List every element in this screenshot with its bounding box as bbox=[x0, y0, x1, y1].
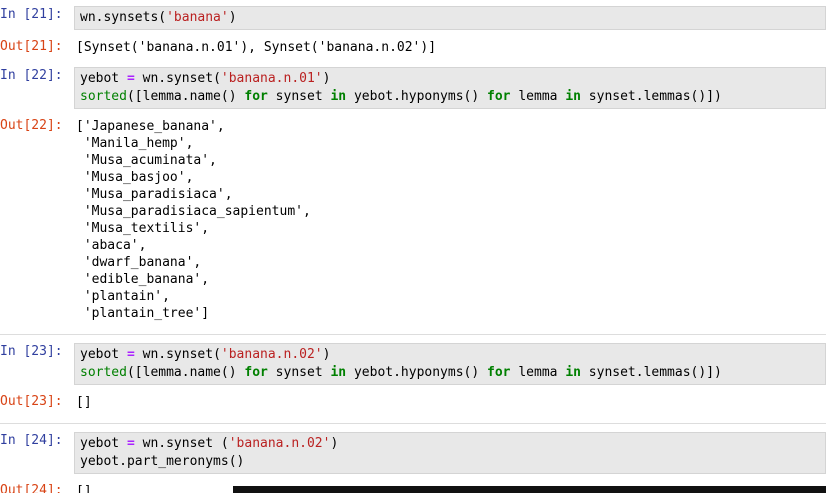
input-row: In [24]: yebot = wn.synset ('banana.n.02'… bbox=[0, 432, 826, 474]
code-token: in bbox=[330, 365, 347, 380]
code-line[interactable]: sorted([lemma.name() for synset in yebot… bbox=[80, 88, 820, 106]
code-token: for bbox=[244, 89, 268, 104]
code-token: yebot.hyponyms() bbox=[346, 89, 488, 104]
code-token: 'banana.n.01' bbox=[220, 71, 323, 86]
code-line[interactable]: yebot.part_meronyms() bbox=[80, 453, 820, 471]
code-line[interactable]: yebot = wn.synset('banana.n.01') bbox=[80, 70, 820, 88]
code-token: = bbox=[126, 71, 135, 86]
code-token: in bbox=[330, 89, 347, 104]
output-row: Out[21]: [Synset('banana.n.01'), Synset('… bbox=[0, 38, 826, 56]
code-token: in bbox=[565, 89, 581, 104]
code-token: wn.synset( bbox=[134, 71, 221, 86]
code-token: yebot bbox=[80, 436, 127, 451]
code-token: ) bbox=[322, 71, 331, 86]
code-token: = bbox=[126, 436, 135, 451]
output-text: [] bbox=[76, 395, 92, 410]
output-prompt: Out[23]: bbox=[0, 394, 63, 409]
output-prompt: Out[24]: bbox=[0, 483, 63, 493]
output-text: [Synset('banana.n.01'), Synset('banana.n… bbox=[76, 40, 437, 55]
output-prompt: Out[21]: bbox=[0, 39, 63, 54]
code-token: in bbox=[565, 365, 581, 380]
code-token: synset.lemmas()]) bbox=[580, 365, 722, 380]
input-prompt: In [22]: bbox=[0, 68, 63, 83]
code-token: ([lemma.name() bbox=[126, 365, 245, 380]
code-input-editor[interactable]: wn.synsets('banana') bbox=[74, 6, 826, 30]
code-token: yebot bbox=[80, 71, 127, 86]
code-token: for bbox=[487, 365, 511, 380]
code-input-editor[interactable]: yebot = wn.synset('banana.n.02') sorted([… bbox=[74, 343, 826, 385]
code-line[interactable]: yebot = wn.synset('banana.n.02') bbox=[80, 346, 820, 364]
input-row: In [23]: yebot = wn.synset('banana.n.02')… bbox=[0, 343, 826, 385]
code-token: yebot.part_meronyms() bbox=[80, 454, 245, 469]
code-token: synset bbox=[267, 89, 331, 104]
code-token: yebot.hyponyms() bbox=[346, 365, 488, 380]
code-cell-21: In [21]: wn.synsets('banana') Out[21]: [Syn… bbox=[0, 4, 826, 65]
horizontal-scrollbar-thumb[interactable] bbox=[233, 486, 826, 493]
code-token: synset bbox=[267, 365, 331, 380]
code-token: ([lemma.name() bbox=[126, 89, 245, 104]
code-token: = bbox=[126, 347, 135, 362]
code-token: synset.lemmas()]) bbox=[580, 89, 722, 104]
notebook: In [21]: wn.synsets('banana') Out[21]: [Syn… bbox=[0, 0, 826, 493]
code-token: wn.synset ( bbox=[134, 436, 229, 451]
code-token: yebot bbox=[80, 347, 127, 362]
output-prompt: Out[22]: bbox=[0, 118, 63, 133]
code-cell-22: In [22]: yebot = wn.synset('banana.n.01')… bbox=[0, 65, 826, 331]
code-token: ) bbox=[322, 347, 331, 362]
code-token: sorted bbox=[80, 89, 127, 104]
code-token: lemma bbox=[510, 365, 566, 380]
input-prompt: In [21]: bbox=[0, 7, 63, 22]
code-token: 'banana.n.02' bbox=[228, 436, 331, 451]
code-input-editor[interactable]: yebot = wn.synset('banana.n.01') sorted([… bbox=[74, 67, 826, 109]
code-token: ) bbox=[228, 10, 237, 25]
code-line[interactable]: yebot = wn.synset ('banana.n.02') bbox=[80, 435, 820, 453]
code-line[interactable]: wn.synsets('banana') bbox=[80, 9, 820, 27]
input-prompt: In [23]: bbox=[0, 344, 63, 359]
output-text: ['Japanese_banana', 'Manila_hemp', 'Musa… bbox=[76, 119, 311, 321]
code-cell-24: In [24]: yebot = wn.synset ('banana.n.02'… bbox=[0, 423, 826, 493]
input-row: In [21]: wn.synsets('banana') bbox=[0, 6, 826, 30]
code-token: wn.synsets( bbox=[80, 10, 167, 25]
code-token: wn.synset( bbox=[134, 347, 221, 362]
input-row: In [22]: yebot = wn.synset('banana.n.01')… bbox=[0, 67, 826, 109]
code-token: lemma bbox=[510, 89, 566, 104]
code-token: for bbox=[244, 365, 268, 380]
code-token: 'banana' bbox=[166, 10, 229, 25]
input-prompt: In [24]: bbox=[0, 433, 63, 448]
output-row: Out[23]: [] bbox=[0, 393, 826, 411]
output-row: Out[22]: ['Japanese_banana', 'Manila_hemp… bbox=[0, 117, 826, 322]
code-token: ) bbox=[330, 436, 339, 451]
code-input-editor[interactable]: yebot = wn.synset ('banana.n.02') yebot.p… bbox=[74, 432, 826, 474]
code-token: sorted bbox=[80, 365, 127, 380]
code-token: for bbox=[487, 89, 511, 104]
code-cell-23: In [23]: yebot = wn.synset('banana.n.02')… bbox=[0, 334, 826, 420]
code-line[interactable]: sorted([lemma.name() for synset in yebot… bbox=[80, 364, 820, 382]
code-token: 'banana.n.02' bbox=[220, 347, 323, 362]
